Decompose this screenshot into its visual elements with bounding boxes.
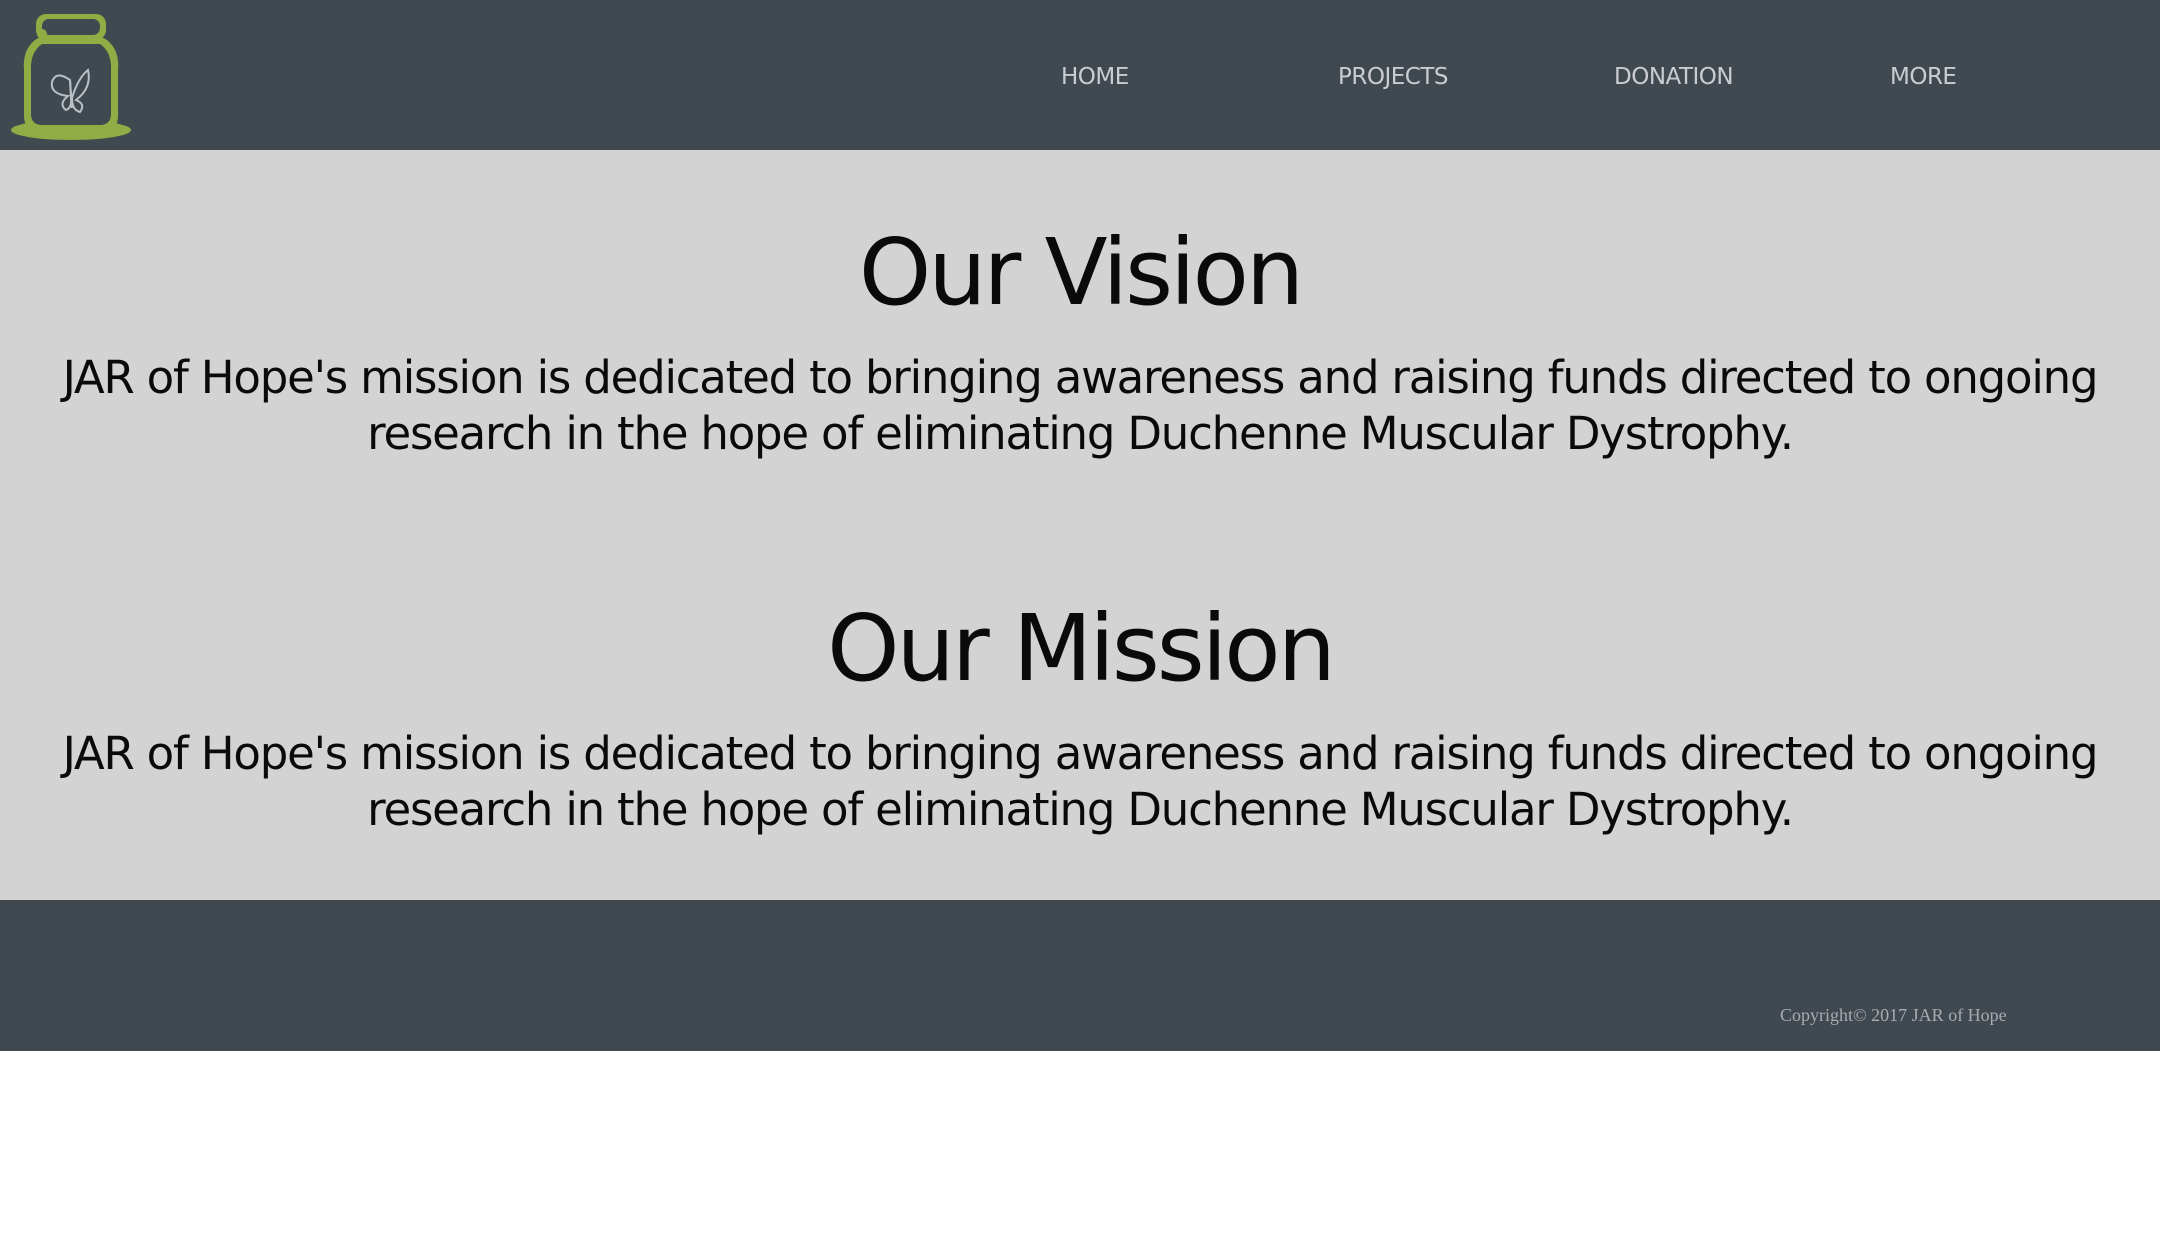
main-content: Our Vision JAR of Hope's mission is dedi… bbox=[0, 150, 2160, 900]
mission-title: Our Mission bbox=[827, 595, 1336, 702]
nav-home-link[interactable]: HOME bbox=[1061, 64, 1129, 90]
copyright-text: Copyright© 2017 JAR of Hope bbox=[1780, 1005, 2007, 1025]
nav-donation-link[interactable]: DONATION bbox=[1614, 64, 1734, 90]
jar-butterfly-icon[interactable] bbox=[8, 8, 134, 143]
site-footer: Copyright© 2017 JAR of Hope bbox=[0, 900, 2160, 1051]
mission-text: JAR of Hope's mission is dedicated to br… bbox=[62, 727, 2099, 836]
nav-projects-link[interactable]: PROJECTS bbox=[1338, 64, 1448, 90]
vision-title: Our Vision bbox=[858, 219, 1304, 326]
vision-text: JAR of Hope's mission is dedicated to br… bbox=[62, 351, 2099, 460]
site-header: HOME PROJECTS DONATION MORE bbox=[0, 0, 2160, 150]
page-blank-area bbox=[0, 1051, 2160, 1246]
nav-more-link[interactable]: MORE bbox=[1890, 64, 1957, 90]
